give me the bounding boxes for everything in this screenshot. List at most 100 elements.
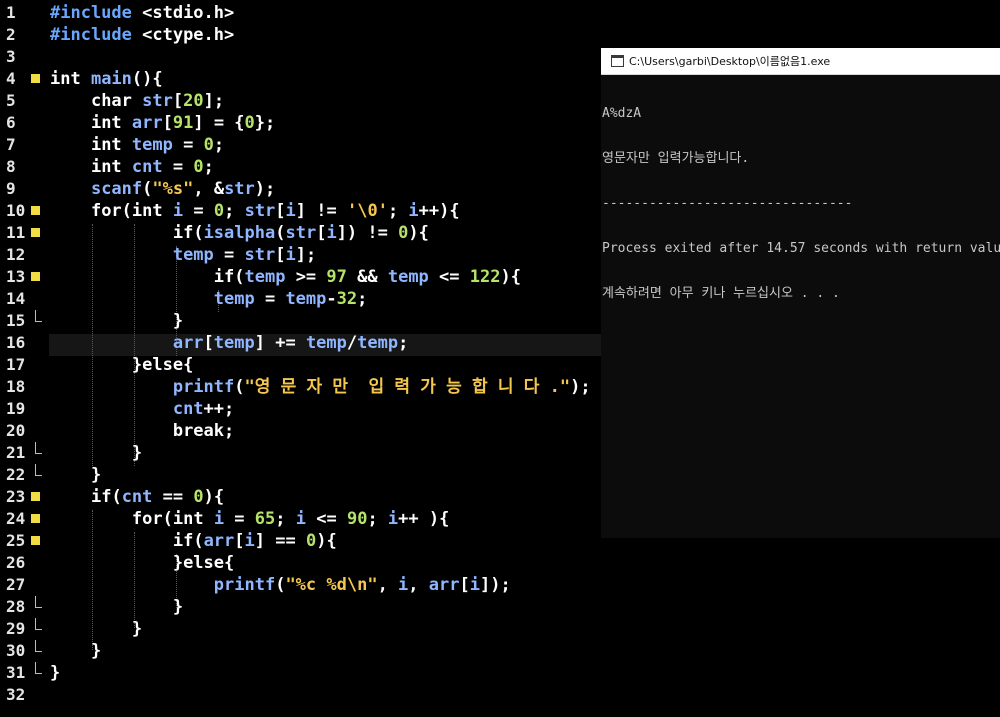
fold-toggle-icon[interactable]	[31, 206, 40, 215]
code-text: }	[50, 618, 142, 640]
line-number: 25	[6, 531, 26, 550]
code-token: char	[90, 91, 143, 111]
line-number: 8	[6, 157, 16, 176]
code-line[interactable]: 30 }	[0, 640, 1000, 662]
fold-toggle-icon[interactable]	[31, 74, 40, 83]
code-token: =	[224, 509, 255, 529]
code-token: ++){	[418, 201, 460, 221]
code-token: str	[224, 179, 255, 199]
fold-toggle-icon[interactable]	[31, 492, 40, 501]
code-token: else	[142, 355, 184, 375]
code-token: =	[183, 201, 214, 221]
code-text: for(int i = 65; i <= 90; i++ ){	[50, 508, 449, 530]
code-token: ;	[224, 201, 245, 221]
code-token: i	[213, 509, 225, 529]
code-token: int	[90, 157, 132, 177]
code-token: <=	[428, 267, 470, 287]
fold-end-marker	[35, 596, 42, 608]
code-line[interactable]: 2 #include <ctype.h>	[0, 24, 1000, 46]
code-token: );	[254, 179, 276, 199]
code-token: (){	[131, 69, 163, 89]
code-token: }	[50, 465, 102, 485]
code-line[interactable]: 27 printf("%c %d\n", i, arr[i]);	[0, 574, 1000, 596]
fold-toggle-icon[interactable]	[31, 272, 40, 281]
code-token: int	[90, 135, 132, 155]
code-token: (	[234, 377, 245, 397]
code-token: <ctype.h>	[131, 25, 235, 45]
code-token: ){	[408, 223, 429, 243]
fold-toggle-icon[interactable]	[31, 514, 40, 523]
code-line[interactable]: 26 }else{	[0, 552, 1000, 574]
fold-end-marker	[35, 640, 42, 652]
fold-toggle-icon[interactable]	[31, 536, 40, 545]
code-token: ++;	[203, 399, 235, 419]
console-app-icon	[611, 55, 624, 67]
code-text: if(arr[i] == 0){	[50, 530, 337, 552]
code-token: "%c %d\n"	[285, 575, 378, 595]
code-token: i	[387, 509, 399, 529]
code-text: #include <stdio.h>	[50, 2, 234, 24]
code-line[interactable]: 32	[0, 684, 1000, 706]
code-token: (	[111, 487, 122, 507]
code-text: int cnt = 0;	[50, 156, 214, 178]
code-text: if(temp >= 97 && temp <= 122){	[50, 266, 521, 288]
code-token: temp	[213, 333, 255, 353]
code-line[interactable]: 1 #include <stdio.h>	[0, 2, 1000, 24]
code-text: arr[temp] += temp/temp;	[50, 332, 409, 354]
code-token: str	[142, 91, 173, 111]
code-token: (	[121, 201, 132, 221]
console-line: 계속하려면 아무 키나 누르십시오 . . .	[602, 286, 840, 301]
code-line[interactable]: 28 }	[0, 596, 1000, 618]
code-line[interactable]: 29 }	[0, 618, 1000, 640]
code-token: [	[172, 91, 184, 111]
console-titlebar[interactable]: C:\Users\garbi\Desktop\이름없음1.exe	[601, 48, 1000, 75]
code-token: {	[224, 553, 235, 573]
code-token: 91	[172, 113, 194, 133]
code-token: ;	[367, 509, 388, 529]
line-number: 3	[6, 47, 16, 66]
code-text: printf("영 문 자 만 입 력 가 능 합 니 다 .");	[50, 376, 591, 398]
code-token: }	[50, 311, 184, 331]
code-token: , &	[193, 179, 225, 199]
line-number: 13	[6, 267, 26, 286]
code-token: =	[213, 245, 245, 265]
code-token: ];	[203, 91, 225, 111]
code-token: temp	[305, 333, 347, 353]
code-token: i	[408, 201, 419, 221]
code-token: int	[50, 69, 91, 89]
code-token: i	[285, 245, 296, 265]
console-window[interactable]: C:\Users\garbi\Desktop\이름없음1.exe A%dzA 영…	[601, 48, 1000, 538]
code-text: }	[50, 464, 101, 486]
code-token: temp	[131, 135, 173, 155]
code-token: };	[254, 113, 276, 133]
code-token: (	[275, 223, 286, 243]
code-token: printf	[172, 377, 235, 397]
fold-toggle-icon[interactable]	[31, 228, 40, 237]
fold-end-marker	[35, 442, 42, 454]
code-token: }	[50, 641, 102, 661]
code-token: }	[50, 443, 143, 463]
code-line[interactable]: 31}	[0, 662, 1000, 684]
code-token: (	[142, 179, 153, 199]
code-token: if	[90, 487, 112, 507]
code-token: (	[193, 531, 204, 551]
code-token: i	[398, 575, 409, 595]
code-token: temp	[172, 245, 214, 265]
code-token: (	[193, 223, 204, 243]
line-number: 5	[6, 91, 16, 110]
code-token: i	[244, 531, 255, 551]
code-token: arr	[203, 531, 235, 551]
code-text: printf("%c %d\n", i, arr[i]);	[50, 574, 511, 596]
code-token: str	[244, 201, 276, 221]
code-token: temp	[285, 289, 327, 309]
code-text: #include <ctype.h>	[50, 24, 234, 46]
